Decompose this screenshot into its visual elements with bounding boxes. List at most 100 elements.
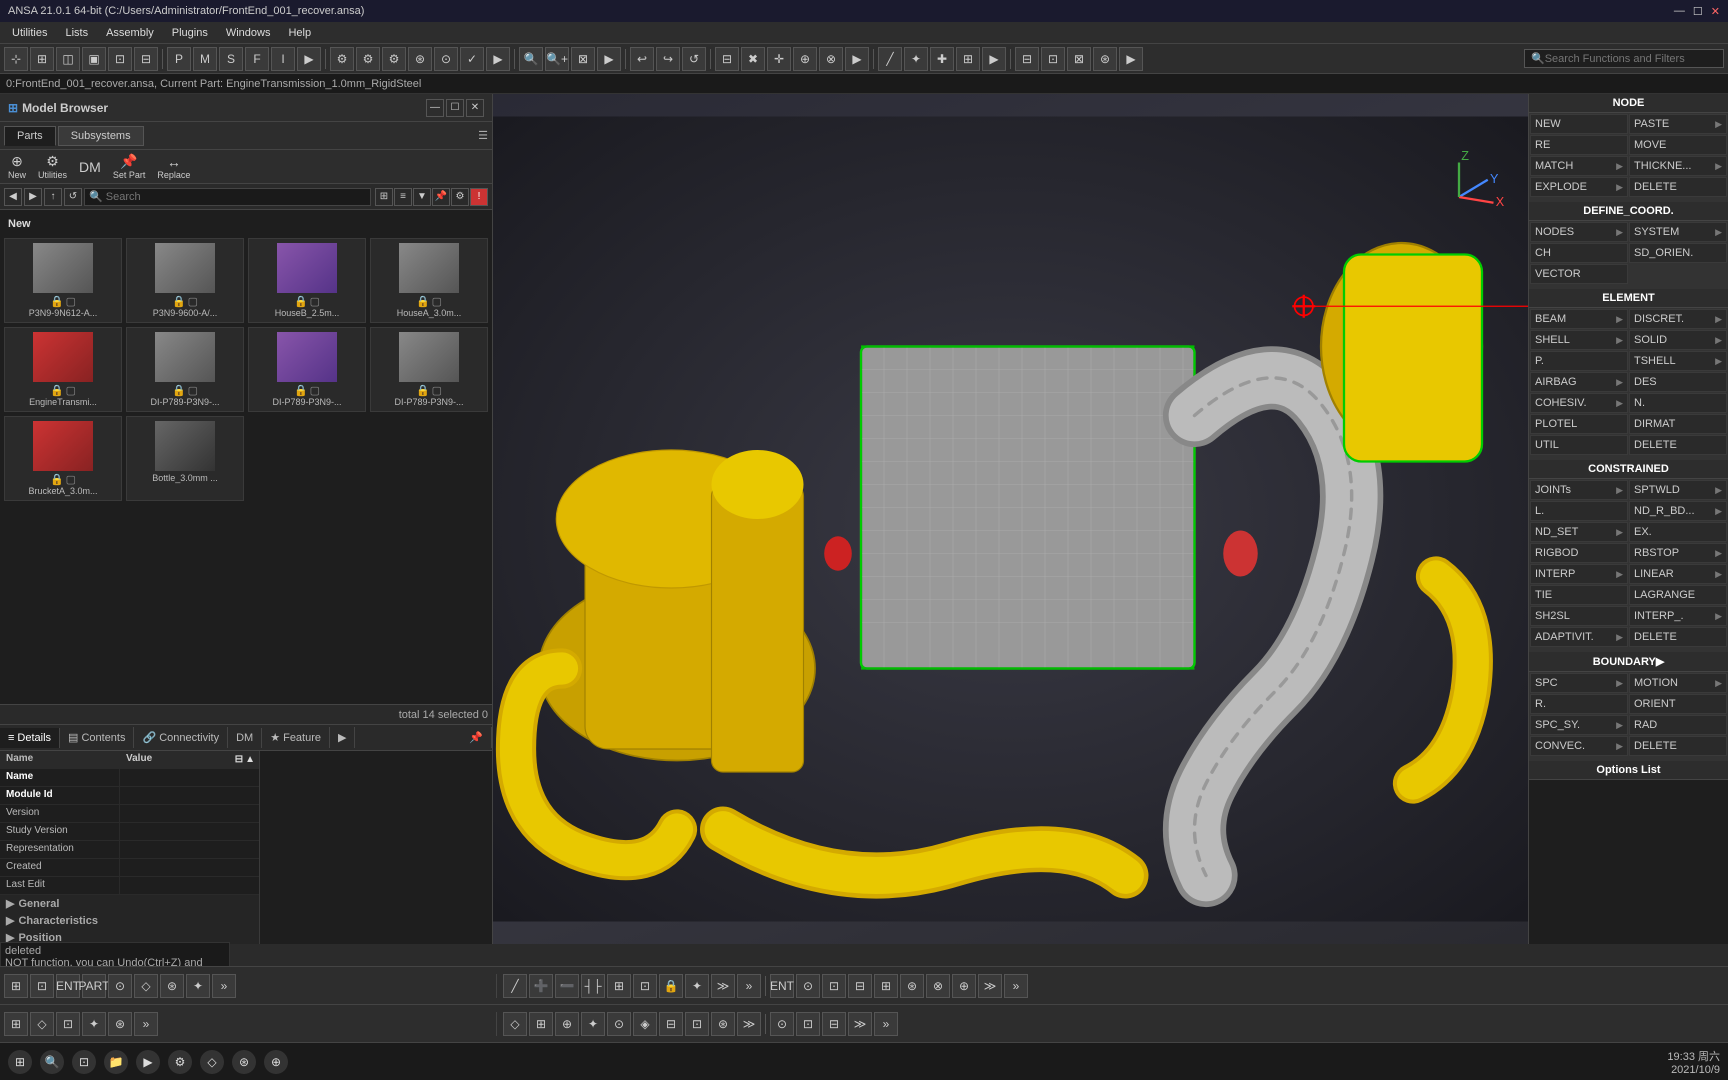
part-item-2[interactable]: 🔒▢HouseB_2.5m... bbox=[248, 238, 366, 323]
part-item-0[interactable]: 🔒▢P3N9-9N612-A... bbox=[4, 238, 122, 323]
bt2-r-btn11[interactable]: ⊙ bbox=[770, 1012, 794, 1036]
bt1-r-btn8[interactable]: ✦ bbox=[685, 974, 709, 998]
toolbar-btn-8[interactable]: M bbox=[193, 47, 217, 71]
toolbar-btn-11[interactable]: I bbox=[271, 47, 295, 71]
btn-rigbod[interactable]: RIGBOD bbox=[1530, 543, 1628, 563]
toolbar-btn-24[interactable]: ✖ bbox=[741, 47, 765, 71]
bt2-r-btn9[interactable]: ⊛ bbox=[711, 1012, 735, 1036]
bt1-btn5[interactable]: ⊙ bbox=[108, 974, 132, 998]
search-bar[interactable]: 🔍 bbox=[1524, 49, 1724, 68]
btn-r[interactable]: R. bbox=[1530, 694, 1628, 714]
btn-solid[interactable]: SOLID▶ bbox=[1629, 330, 1727, 350]
bt2-r-btn8[interactable]: ⊡ bbox=[685, 1012, 709, 1036]
tab-connectivity[interactable]: 🔗 Connectivity bbox=[134, 727, 228, 748]
bt2-r-btn10[interactable]: ≫ bbox=[737, 1012, 761, 1036]
menu-windows[interactable]: Windows bbox=[218, 25, 279, 41]
menu-lists[interactable]: Lists bbox=[57, 25, 96, 41]
sb-icon-1[interactable]: 🔍 bbox=[40, 1050, 64, 1074]
tab-pin[interactable]: 📌 bbox=[461, 727, 492, 748]
mb-search-input[interactable] bbox=[84, 188, 371, 206]
toolbar-btn-10[interactable]: F bbox=[245, 47, 269, 71]
btn-paste[interactable]: PASTE▶ bbox=[1629, 114, 1727, 134]
toolbar-btn-29[interactable]: ╱ bbox=[878, 47, 902, 71]
toolbar-btn-34[interactable]: ⊟ bbox=[1015, 47, 1039, 71]
bt2-btn6[interactable]: » bbox=[134, 1012, 158, 1036]
mb-alert-btn[interactable]: ! bbox=[470, 188, 488, 206]
bt1-r-btn3[interactable]: ➖ bbox=[555, 974, 579, 998]
btn-re[interactable]: RE bbox=[1530, 135, 1628, 155]
nav-up-btn[interactable]: ↑ bbox=[44, 188, 62, 206]
btn-sptwld[interactable]: SPTWLD▶ bbox=[1629, 480, 1727, 500]
btn-new[interactable]: NEW bbox=[1530, 114, 1628, 134]
bt1-r-btn13[interactable]: ⊡ bbox=[822, 974, 846, 998]
btn-move[interactable]: MOVE bbox=[1629, 135, 1727, 155]
menu-assembly[interactable]: Assembly bbox=[98, 25, 162, 41]
toolbar-btn-12[interactable]: ▶ bbox=[297, 47, 321, 71]
btn-convec[interactable]: CONVEC.▶ bbox=[1530, 736, 1628, 756]
btn-tshell[interactable]: TSHELL▶ bbox=[1629, 351, 1727, 371]
tab-contents[interactable]: ▤ Contents bbox=[60, 727, 134, 748]
filter-btn[interactable]: ▼ bbox=[413, 188, 431, 206]
part-item-3[interactable]: 🔒▢HouseA_3.0m... bbox=[370, 238, 488, 323]
btn-dirmat[interactable]: DIRMAT bbox=[1629, 414, 1727, 434]
bt1-r-btn5[interactable]: ⊞ bbox=[607, 974, 631, 998]
btn-system[interactable]: SYSTEM▶ bbox=[1629, 222, 1727, 242]
toolbar-btn-4[interactable]: ▣ bbox=[82, 47, 106, 71]
section-boundary-title[interactable]: BOUNDARY▶ bbox=[1529, 652, 1728, 672]
utilities-tool[interactable]: ⚙ Utilities bbox=[34, 151, 71, 182]
part-item-1[interactable]: 🔒▢P3N9-9600-A/... bbox=[126, 238, 244, 323]
bt1-r-btn15[interactable]: ⊞ bbox=[874, 974, 898, 998]
toolbar-btn-31[interactable]: ✚ bbox=[930, 47, 954, 71]
btn-constrained-delete[interactable]: DELETE bbox=[1629, 627, 1727, 647]
mb-menu-icon[interactable]: ☰ bbox=[478, 130, 488, 142]
bt2-r-btn15[interactable]: » bbox=[874, 1012, 898, 1036]
toolbar-btn-21[interactable]: ▶ bbox=[597, 47, 621, 71]
bt1-r-btn16[interactable]: ⊛ bbox=[900, 974, 924, 998]
btn-spc[interactable]: SPC▶ bbox=[1530, 673, 1628, 693]
btn-n[interactable]: N. bbox=[1629, 393, 1727, 413]
toolbar-btn-5[interactable]: ⊡ bbox=[108, 47, 132, 71]
menu-utilities[interactable]: Utilities bbox=[4, 25, 55, 41]
menu-plugins[interactable]: Plugins bbox=[164, 25, 216, 41]
section-general[interactable]: ▶ General bbox=[0, 895, 259, 912]
bt1-r-btn19[interactable]: ≫ bbox=[978, 974, 1002, 998]
btn-tie[interactable]: TIE bbox=[1530, 585, 1628, 605]
part-item-5[interactable]: 🔒▢DI-P789-P3N9-... bbox=[126, 327, 244, 412]
btn-rbstop[interactable]: RBSTOP▶ bbox=[1629, 543, 1727, 563]
nav-refresh-btn[interactable]: ↺ bbox=[64, 188, 82, 206]
bt2-btn4[interactable]: ✦ bbox=[82, 1012, 106, 1036]
btn-des[interactable]: DES bbox=[1629, 372, 1727, 392]
setpart-tool[interactable]: 📌 Set Part bbox=[109, 151, 150, 182]
btn-sh2sl[interactable]: SH2SL bbox=[1530, 606, 1628, 626]
tab-details[interactable]: ≡ Details bbox=[0, 728, 60, 748]
bt1-r-btn18[interactable]: ⊕ bbox=[952, 974, 976, 998]
toolbar-btn-25[interactable]: ✛ bbox=[767, 47, 791, 71]
sb-icon-6[interactable]: ◇ bbox=[200, 1050, 224, 1074]
bt1-r-btn7[interactable]: 🔒 bbox=[659, 974, 683, 998]
bt2-btn5[interactable]: ⊛ bbox=[108, 1012, 132, 1036]
bt1-btn3[interactable]: ENT bbox=[56, 974, 80, 998]
btn-node-delete[interactable]: DELETE bbox=[1629, 177, 1727, 197]
toolbar-btn-14[interactable]: ⚙ bbox=[356, 47, 380, 71]
btn-joints[interactable]: JOINTs▶ bbox=[1530, 480, 1628, 500]
toolbar-btn-2[interactable]: ⊞ bbox=[30, 47, 54, 71]
btn-linear[interactable]: LINEAR▶ bbox=[1629, 564, 1727, 584]
zoom-btn[interactable]: 🔍 bbox=[519, 47, 543, 71]
toolbar-btn-23[interactable]: ⊟ bbox=[715, 47, 739, 71]
search-input[interactable] bbox=[1545, 53, 1715, 65]
btn-boundary-delete[interactable]: DELETE bbox=[1629, 736, 1727, 756]
scroll-up-icon[interactable]: ▲ bbox=[245, 754, 255, 765]
toolbar-btn-18[interactable]: ✓ bbox=[460, 47, 484, 71]
bt2-btn1[interactable]: ⊞ bbox=[4, 1012, 28, 1036]
btn-p[interactable]: P. bbox=[1530, 351, 1628, 371]
btn-vector[interactable]: VECTOR bbox=[1530, 264, 1628, 284]
toolbar-btn-17[interactable]: ⊙ bbox=[434, 47, 458, 71]
sb-icon-4[interactable]: ▶ bbox=[136, 1050, 160, 1074]
btn-plotel[interactable]: PLOTEL bbox=[1530, 414, 1628, 434]
btn-beam[interactable]: BEAM▶ bbox=[1530, 309, 1628, 329]
bt1-btn4[interactable]: PART bbox=[82, 974, 106, 998]
bt2-r-btn13[interactable]: ⊟ bbox=[822, 1012, 846, 1036]
nav-back-btn[interactable]: ◀ bbox=[4, 188, 22, 206]
btn-discret[interactable]: DISCRET.▶ bbox=[1629, 309, 1727, 329]
btn-l[interactable]: L. bbox=[1530, 501, 1628, 521]
